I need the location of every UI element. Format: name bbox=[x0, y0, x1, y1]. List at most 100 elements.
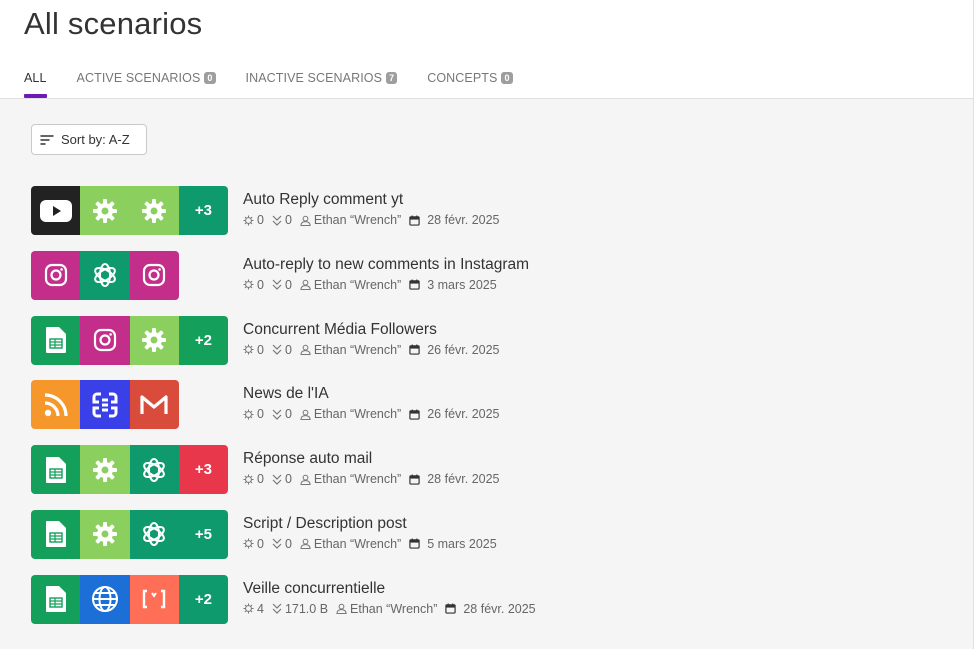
scenario-info: Auto Reply comment yt 0 0 Ethan “Wrench” 28 … bbox=[243, 191, 508, 227]
calendar-icon bbox=[409, 344, 423, 355]
tab-bar: ALL ACTIVE SCENARIOS 0 INACTIVE SCENARIOS 7 C… bbox=[24, 70, 543, 98]
operations-icon bbox=[243, 279, 257, 290]
date: 28 févr. 2025 bbox=[409, 213, 500, 227]
operations: 0 bbox=[243, 213, 264, 227]
transfer-icon bbox=[272, 215, 285, 226]
tab-concepts[interactable]: CONCEPTS 0 bbox=[427, 70, 513, 86]
operations-icon bbox=[243, 409, 257, 420]
operations-icon bbox=[243, 603, 257, 614]
json-icon bbox=[129, 574, 179, 624]
count-badge: 7 bbox=[386, 72, 398, 84]
scenario-row[interactable]: News de l'IA 0 0 Ethan “Wrench” 26 févr. 202… bbox=[31, 380, 500, 430]
author: Ethan “Wrench” bbox=[300, 278, 401, 292]
operations-icon bbox=[243, 474, 257, 485]
scenario-info: News de l'IA 0 0 Ethan “Wrench” 26 févr. 202… bbox=[243, 385, 508, 421]
rss-icon bbox=[31, 380, 81, 430]
scenario-list: +3 Auto Reply comment yt 0 0 Ethan “Wrench” 2… bbox=[31, 186, 536, 640]
author-value: Ethan “Wrench” bbox=[313, 342, 402, 357]
scenario-row[interactable]: +2 Concurrent Média Followers 0 0 Ethan “Wre… bbox=[31, 315, 500, 365]
author: Ethan “Wrench” bbox=[300, 537, 401, 551]
sheets-icon bbox=[31, 315, 81, 365]
operations-value: 0 bbox=[257, 472, 264, 487]
date-value: 26 févr. 2025 bbox=[427, 342, 500, 357]
user-icon bbox=[300, 279, 314, 291]
operations: 0 bbox=[243, 537, 264, 551]
date-value: 26 févr. 2025 bbox=[427, 407, 500, 422]
scenario-name[interactable]: Script / Description post bbox=[243, 515, 505, 533]
globe-icon bbox=[80, 574, 130, 624]
date: 3 mars 2025 bbox=[409, 278, 497, 292]
more-apps-badge: +2 bbox=[178, 574, 228, 624]
more-apps-badge: +3 bbox=[178, 186, 228, 235]
data-transfer-value: 0 bbox=[284, 342, 292, 357]
scenario-row[interactable]: +5 Script / Description post 0 0 Ethan “Wren… bbox=[31, 509, 497, 559]
scenario-name[interactable]: Concurrent Média Followers bbox=[243, 321, 508, 339]
scenario-info: Réponse auto mail 0 0 Ethan “Wrench” 28 févr… bbox=[243, 450, 508, 486]
gear-icon bbox=[80, 186, 130, 235]
tab-inactive-scenarios[interactable]: INACTIVE SCENARIOS 7 bbox=[246, 70, 398, 86]
operations-icon bbox=[243, 214, 257, 226]
author: Ethan “Wrench” bbox=[300, 343, 401, 357]
author-value: Ethan “Wrench” bbox=[313, 472, 402, 487]
more-apps-badge: +2 bbox=[178, 315, 228, 365]
scenario-name[interactable]: Veille concurrentielle bbox=[243, 580, 544, 598]
instagram-icon bbox=[80, 315, 130, 365]
scenario-row[interactable]: +3 Auto Reply comment yt 0 0 Ethan “Wrench” 2… bbox=[31, 186, 500, 235]
date: 26 févr. 2025 bbox=[409, 342, 500, 357]
user-icon bbox=[300, 215, 314, 226]
operations-icon bbox=[243, 344, 257, 355]
user-icon bbox=[336, 603, 350, 615]
scenario-meta: 0 0 Ethan “Wrench” 28 févr. 2025 bbox=[243, 472, 508, 486]
data-transfer-value: 0 bbox=[284, 536, 292, 551]
operations: 0 bbox=[243, 407, 264, 421]
scenario-name[interactable]: Réponse auto mail bbox=[243, 450, 508, 468]
gear-icon bbox=[129, 186, 179, 235]
data-transfer: 0 bbox=[272, 278, 292, 292]
scenario-app-icons: +2 bbox=[31, 315, 228, 365]
data-transfer: 0 bbox=[272, 407, 292, 421]
author-value: Ethan “Wrench” bbox=[350, 601, 438, 616]
author-value: Ethan “Wrench” bbox=[313, 407, 402, 422]
tab-all[interactable]: ALL bbox=[24, 70, 47, 98]
scenario-row[interactable]: +2 Veille concurrentielle 4 171.0 B Ethan “W… bbox=[31, 574, 536, 624]
calendar-icon bbox=[445, 603, 459, 614]
data-transfer-value: 0 bbox=[284, 472, 292, 487]
tab-label: ACTIVE SCENARIOS bbox=[76, 71, 201, 85]
scenario-name[interactable]: Auto Reply comment yt bbox=[243, 191, 508, 209]
instagram-icon bbox=[129, 250, 179, 300]
tab-active-scenarios[interactable]: ACTIVE SCENARIOS 0 bbox=[77, 70, 216, 86]
scenario-meta: 4 171.0 B Ethan “Wrench” 28 févr. 2025 bbox=[243, 602, 544, 616]
scenario-info: Auto-reply to new comments in Instagram 0… bbox=[243, 256, 529, 292]
count-badge: 0 bbox=[501, 72, 513, 84]
calendar-icon bbox=[409, 214, 423, 226]
scenario-meta: 0 0 Ethan “Wrench” 28 févr. 2025 bbox=[243, 213, 508, 227]
youtube-icon bbox=[31, 186, 81, 235]
scenario-app-icons: +3 bbox=[31, 186, 228, 235]
calendar-icon bbox=[409, 474, 423, 485]
user-icon bbox=[300, 474, 314, 485]
author: Ethan “Wrench” bbox=[300, 472, 401, 486]
date: 5 mars 2025 bbox=[409, 537, 497, 551]
scenario-row[interactable]: +3 Réponse auto mail 0 0 Ethan “Wrench” 28 fé… bbox=[31, 445, 500, 495]
transfer-icon bbox=[272, 603, 285, 615]
openai-icon bbox=[129, 445, 179, 495]
operations-value: 4 bbox=[257, 601, 264, 616]
data-transfer: 0 bbox=[272, 537, 292, 551]
scenario-meta: 0 0 Ethan “Wrench” 26 févr. 2025 bbox=[243, 407, 508, 421]
data-transfer: 0 bbox=[272, 472, 292, 486]
transfer-icon bbox=[272, 279, 285, 291]
operations: 0 bbox=[243, 343, 264, 357]
scenario-meta: 0 0 Ethan “Wrench” 3 mars 2025 bbox=[243, 278, 529, 292]
sheets-icon bbox=[31, 445, 81, 495]
calendar-icon bbox=[409, 409, 423, 420]
scenario-app-icons bbox=[31, 380, 228, 430]
tab-label: CONCEPTS bbox=[427, 71, 498, 85]
author-value: Ethan “Wrench” bbox=[313, 536, 402, 551]
sort-button[interactable]: Sort by: A-Z bbox=[31, 124, 147, 155]
sort-label: Sort by: A-Z bbox=[61, 132, 130, 147]
data-transfer-value: 0 bbox=[284, 213, 292, 227]
scenario-row[interactable]: Auto-reply to new comments in Instagram 0… bbox=[31, 250, 529, 300]
scenario-name[interactable]: Auto-reply to new comments in Instagram bbox=[243, 256, 529, 274]
scenario-name[interactable]: News de l'IA bbox=[243, 385, 508, 403]
scenario-info: Concurrent Média Followers 0 0 Ethan “Wrenc… bbox=[243, 321, 508, 357]
